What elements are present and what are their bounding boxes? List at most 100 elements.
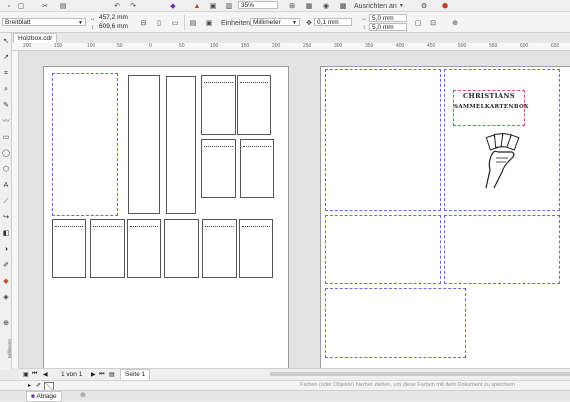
duplicate-y-field[interactable]: 5,0 mm <box>369 23 407 31</box>
launch-icon[interactable]: ⬣ <box>440 1 450 11</box>
card-divider[interactable] <box>202 219 237 278</box>
card-divider[interactable] <box>240 139 274 198</box>
add-tool-icon[interactable]: ⊕ <box>2 319 10 328</box>
full-screen-icon[interactable]: ⊞ <box>288 1 296 11</box>
ruler-tick-label: 350 <box>365 43 374 49</box>
crop-tool-icon[interactable]: ⌗ <box>2 69 10 78</box>
docker-tab[interactable]: ■ Ablage <box>26 391 62 402</box>
open-icon[interactable]: ▢ <box>16 1 26 11</box>
ellipse-tool-icon[interactable]: ◯ <box>2 149 10 158</box>
box-panel[interactable] <box>325 69 441 211</box>
pick-tool-icon[interactable]: ↖ <box>2 37 10 46</box>
redo-icon[interactable]: ↷ <box>128 1 138 11</box>
card-divider[interactable] <box>237 75 271 135</box>
drawing-canvas[interactable]: CHRISTIANS SAMMELKARTENBOX <box>19 51 570 368</box>
ruler-tick-label: 0 <box>149 43 152 49</box>
eyedropper-icon[interactable]: ✐ <box>36 382 41 389</box>
nudge-icon: ✥ <box>306 20 312 27</box>
card-divider[interactable] <box>239 219 273 278</box>
property-bar: Breitblatt ▼ ↔ 457,2 mm ↕ 609,6 mm ⊟ ▯ ▭… <box>0 12 570 33</box>
title-line-2: SAMMELKARTENBOX <box>454 104 529 110</box>
box-piece[interactable] <box>52 73 118 216</box>
add-icon[interactable]: ⊕ <box>450 18 460 28</box>
horizontal-scrollbar[interactable] <box>270 372 570 376</box>
chevron-down-icon: ▼ <box>398 3 404 9</box>
artistic-media-icon[interactable]: 〰 <box>2 117 10 126</box>
last-page-icon[interactable]: ⏭ <box>99 371 104 378</box>
box-lid-panel[interactable]: CHRISTIANS SAMMELKARTENBOX <box>444 69 560 211</box>
vertical-ruler[interactable]: Millimeter <box>7 51 19 368</box>
zoom-level-field[interactable]: 35% <box>238 1 278 9</box>
connector-tool-icon[interactable]: ↪ <box>2 213 10 222</box>
landscape-icon[interactable]: ▭ <box>170 18 180 28</box>
ruler-tick-label: 100 <box>210 43 219 49</box>
cut-icon[interactable]: ✂ <box>40 1 50 11</box>
welcome-icon[interactable]: ▥ <box>224 1 234 11</box>
page-height-field[interactable]: 609,6 mm <box>97 23 135 31</box>
card-divider[interactable] <box>90 219 125 278</box>
smart-fill-icon[interactable]: ◈ <box>2 293 10 302</box>
all-pages-icon[interactable]: ▤ <box>188 18 198 28</box>
box-piece[interactable] <box>164 219 199 278</box>
box-title[interactable]: CHRISTIANS SAMMELKARTENBOX <box>453 90 529 126</box>
current-page-icon[interactable]: ▣ <box>204 18 214 28</box>
card-divider[interactable] <box>127 219 161 278</box>
page-right[interactable]: CHRISTIANS SAMMELKARTENBOX <box>320 66 570 368</box>
snap-to-dropdown[interactable]: Ausrichten an ▼ <box>354 1 404 11</box>
app-launcher-icon[interactable]: ▣ <box>208 1 218 11</box>
drop-shadow-tool-icon[interactable]: ◧ <box>2 229 10 238</box>
card-divider[interactable] <box>52 219 86 278</box>
paste-icon[interactable]: ▤ <box>58 1 68 11</box>
show-guides-icon[interactable]: ▩ <box>339 1 347 11</box>
transparency-tool-icon[interactable]: ◑ <box>2 245 10 254</box>
freehand-tool-icon[interactable]: ✎ <box>2 101 10 110</box>
show-rulers-icon[interactable]: ▦ <box>305 1 313 11</box>
ruler-tick-label: 450 <box>427 43 436 49</box>
portrait-icon[interactable]: ▯ <box>154 18 164 28</box>
units-select[interactable]: Millimeter ▼ <box>250 18 300 26</box>
previous-page-icon[interactable]: ◀ <box>43 371 48 378</box>
page-width-field[interactable]: 457,2 mm <box>97 14 135 22</box>
chevron-down-icon: ▼ <box>292 20 297 26</box>
rectangle-tool-icon[interactable]: ▭ <box>2 133 10 142</box>
nudge-distance-field[interactable]: 0,1 mm <box>314 18 352 26</box>
title-line-1: CHRISTIANS <box>462 92 515 100</box>
first-page-icon[interactable]: ⏮ <box>32 371 37 378</box>
box-bottom-panel[interactable] <box>325 288 466 358</box>
box-side-panel[interactable] <box>325 215 441 284</box>
next-page-icon[interactable]: ▶ <box>91 371 96 378</box>
card-divider[interactable] <box>201 75 236 135</box>
interactive-fill-icon[interactable]: ◆ <box>2 277 10 286</box>
treat-as-filled-icon[interactable]: ▢ <box>414 18 422 28</box>
lock-ratio-icon[interactable]: ⊟ <box>139 18 148 28</box>
box-piece[interactable] <box>166 76 196 214</box>
zoom-tool-icon[interactable]: ⌕ <box>2 85 10 94</box>
box-side-panel[interactable] <box>444 215 560 284</box>
shape-tool-icon[interactable]: ↗ <box>2 53 10 62</box>
duplicate-x-field[interactable]: 5,0 mm <box>369 14 407 22</box>
text-tool-icon[interactable]: A <box>2 181 10 190</box>
add-docker-icon[interactable]: ⊕ <box>80 391 86 399</box>
options-icon[interactable]: ⚙ <box>420 1 428 11</box>
new-icon[interactable]: ▫ <box>4 1 14 11</box>
publish-pdf-icon[interactable]: ▲ <box>192 1 202 11</box>
box-piece[interactable] <box>128 75 160 214</box>
eyedropper-tool-icon[interactable]: ✐ <box>2 261 10 270</box>
add-page-icon[interactable]: ▤ <box>109 371 115 378</box>
undo-icon[interactable]: ↶ <box>112 1 122 11</box>
page-left[interactable] <box>43 66 289 368</box>
horizontal-ruler[interactable]: 200 150 100 50 0 50 100 150 200 250 300 … <box>12 43 570 51</box>
page-size-select[interactable]: Breitblatt ▼ <box>2 18 86 26</box>
corel-connect-icon[interactable]: ◆ <box>168 1 178 11</box>
palette-options-icon[interactable]: ▸ <box>28 382 31 389</box>
page-options-icon[interactable]: ▣ <box>23 371 29 378</box>
show-grid-icon[interactable]: ◉ <box>322 1 330 11</box>
chevron-down-icon: ▼ <box>78 20 83 26</box>
dimension-tool-icon[interactable]: ⟋ <box>2 197 10 206</box>
quick-customize-icon[interactable]: ⊡ <box>428 18 438 28</box>
ruler-tick-label: 200 <box>23 43 32 49</box>
units-label: Einheiten: <box>221 19 253 27</box>
polygon-tool-icon[interactable]: ⬡ <box>2 165 10 174</box>
ruler-tick-label: 400 <box>396 43 405 49</box>
card-divider[interactable] <box>201 139 236 198</box>
